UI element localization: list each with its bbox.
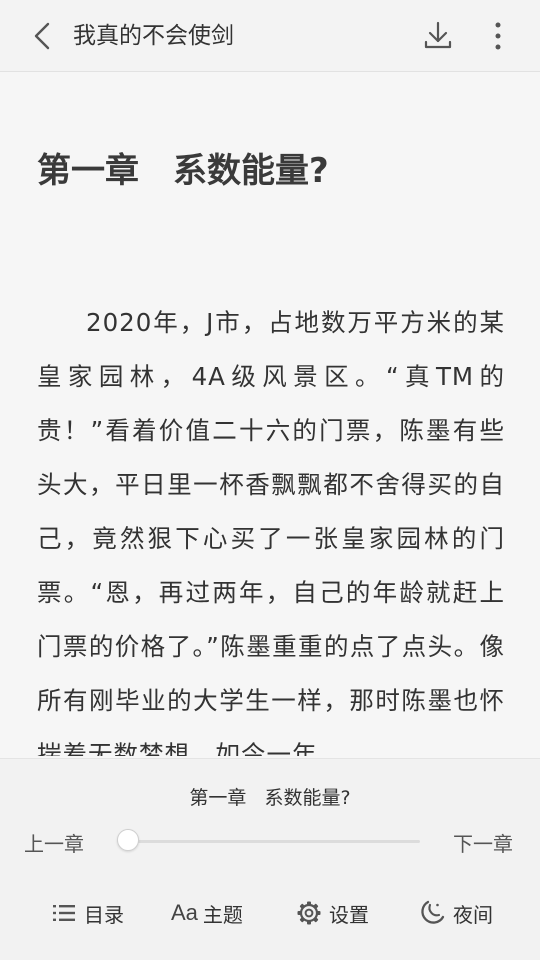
menu-item-settings[interactable]: 设置 (296, 895, 369, 931)
menu-item-label: 主题 (202, 902, 243, 927)
current-chapter-label: 第一章 系数能量? (189, 787, 351, 809)
chapter-body-text: 2020年，J市，占地数万平方米的某皇家园林，4A级风景区。“真TM的贵！”看着… (37, 308, 505, 756)
book-title: 我真的不会使剑 (73, 23, 234, 49)
menu-item-theme[interactable]: Aa 主题 (171, 895, 243, 931)
progress-thumb[interactable] (117, 829, 139, 851)
download-button[interactable] (418, 16, 458, 56)
menu-item-night-mode[interactable]: 夜间 (418, 895, 493, 931)
menu-item-toc[interactable]: 目录 (51, 895, 124, 931)
gear-icon (297, 901, 321, 925)
next-chapter-button[interactable]: 下一章 (453, 829, 513, 859)
moon-icon (421, 900, 445, 924)
menu-item-label: 目录 (84, 902, 124, 927)
download-icon (424, 21, 452, 49)
menu-item-label: 设置 (329, 902, 369, 927)
list-icon (53, 905, 75, 921)
back-button[interactable] (22, 16, 62, 56)
top-bar: 我真的不会使剑 (0, 0, 540, 72)
chapter-progress-slider[interactable] (117, 829, 420, 851)
chevron-left-icon (34, 22, 50, 50)
more-vertical-icon (495, 22, 501, 50)
more-options-button[interactable] (478, 16, 518, 56)
font-icon: Aa (171, 900, 198, 925)
chapter-heading: 第一章 系数能量? (37, 151, 329, 191)
menu-item-label: 夜间 (453, 902, 493, 927)
prev-chapter-button[interactable]: 上一章 (24, 829, 84, 859)
reader-control-panel: 第一章 系数能量? 上一章 下一章 目录 Aa 主题 设置 夜间 (0, 758, 540, 960)
